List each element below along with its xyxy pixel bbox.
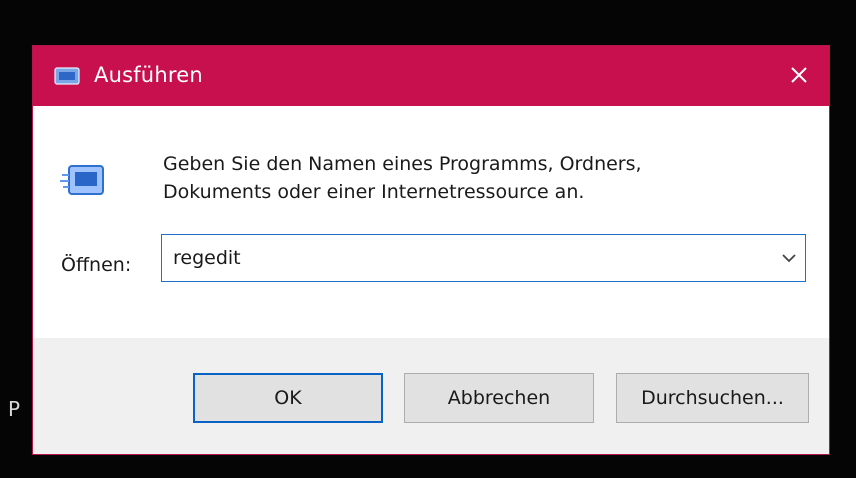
title-bar[interactable]: Ausführen bbox=[33, 46, 829, 106]
description-line-2: Dokuments oder einer Internetressource a… bbox=[163, 181, 585, 203]
window-title: Ausführen bbox=[94, 63, 203, 87]
browse-button[interactable]: Durchsuchen... bbox=[616, 373, 809, 423]
open-input[interactable]: regedit bbox=[173, 235, 241, 281]
open-combobox[interactable]: regedit bbox=[161, 234, 806, 282]
run-program-icon bbox=[60, 165, 104, 195]
open-field-label: Öffnen: bbox=[61, 254, 132, 276]
cancel-button[interactable]: Abbrechen bbox=[404, 373, 594, 423]
chevron-down-icon[interactable] bbox=[779, 248, 799, 268]
background-text-fragment: P bbox=[8, 397, 21, 421]
dialog-content: Geben Sie den Namen eines Programms, Ord… bbox=[33, 106, 829, 338]
ok-button[interactable]: OK bbox=[193, 373, 383, 423]
description-line-1: Geben Sie den Namen eines Programms, Ord… bbox=[163, 153, 642, 175]
run-app-icon bbox=[54, 67, 80, 85]
dialog-description: Geben Sie den Namen eines Programms, Ord… bbox=[163, 150, 642, 206]
close-icon[interactable] bbox=[769, 46, 829, 106]
run-dialog: Ausführen Geben Sie den Namen eines Prog… bbox=[32, 45, 830, 455]
